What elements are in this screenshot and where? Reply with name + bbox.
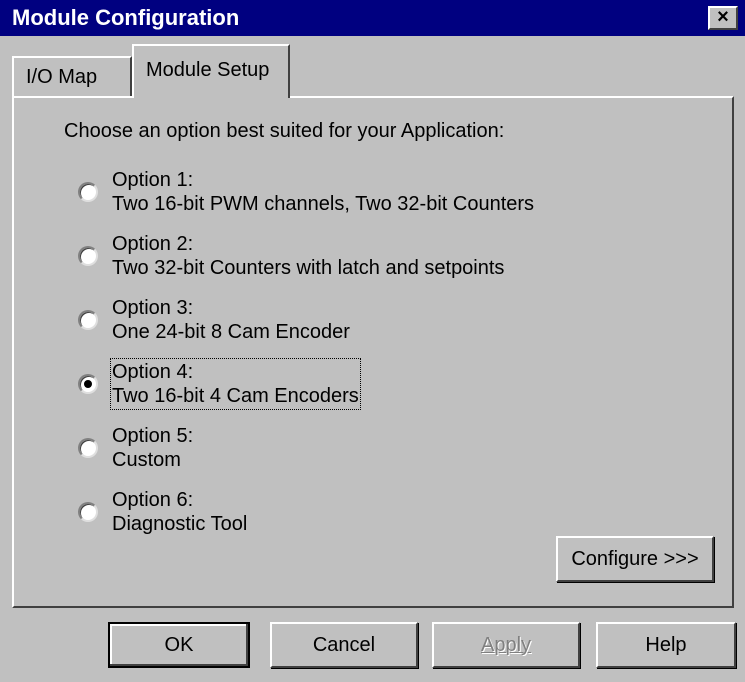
option-1[interactable]: Option 1: Two 16-bit PWM channels, Two 3… xyxy=(72,168,592,224)
option-4-radio[interactable] xyxy=(78,374,98,394)
option-6-radio[interactable] xyxy=(78,502,98,522)
option-1-title: Option 1: xyxy=(112,169,194,191)
option-1-description: Two 16-bit PWM channels, Two 32-bit Coun… xyxy=(112,193,535,215)
option-2[interactable]: Option 2: Two 32-bit Counters with latch… xyxy=(72,232,592,288)
option-5-radio[interactable] xyxy=(78,438,98,458)
option-5-text: Option 5: Custom xyxy=(112,424,193,472)
apply-button[interactable]: Apply xyxy=(432,622,580,668)
option-6-title: Option 6: xyxy=(112,489,194,511)
module-configuration-dialog: Module Configuration × I/O Map Module Se… xyxy=(0,0,745,682)
option-3-radio[interactable] xyxy=(78,310,98,330)
option-3-text: Option 3: One 24-bit 8 Cam Encoder xyxy=(112,296,350,344)
close-button[interactable]: × xyxy=(708,6,738,30)
option-6-text: Option 6: Diagnostic Tool xyxy=(112,488,247,536)
option-2-text: Option 2: Two 32-bit Counters with latch… xyxy=(112,232,504,280)
configure-button[interactable]: Configure >>> xyxy=(556,536,714,582)
option-6[interactable]: Option 6: Diagnostic Tool xyxy=(72,488,592,544)
option-4-title: Option 4: xyxy=(112,361,194,383)
window-title: Module Configuration xyxy=(12,5,240,30)
option-5[interactable]: Option 5: Custom xyxy=(72,424,592,480)
option-2-title: Option 2: xyxy=(112,233,194,255)
option-6-description: Diagnostic Tool xyxy=(112,513,248,535)
option-1-text: Option 1: Two 16-bit PWM channels, Two 3… xyxy=(112,168,534,216)
option-2-radio[interactable] xyxy=(78,246,98,266)
tab-module-setup[interactable]: Module Setup xyxy=(132,44,290,98)
title-bar: Module Configuration × xyxy=(0,0,745,36)
cancel-button[interactable]: Cancel xyxy=(270,622,418,668)
close-icon: × xyxy=(717,6,729,28)
option-5-description: Custom xyxy=(112,449,181,471)
option-3[interactable]: Option 3: One 24-bit 8 Cam Encoder xyxy=(72,296,592,352)
option-5-title: Option 5: xyxy=(112,425,194,447)
ok-button[interactable]: OK xyxy=(108,622,250,668)
option-4[interactable]: Option 4: Two 16-bit 4 Cam Encoders xyxy=(72,358,592,416)
tab-io-map-label: I/O Map xyxy=(26,66,98,88)
setup-prompt: Choose an option best suited for your Ap… xyxy=(64,120,505,142)
help-button[interactable]: Help xyxy=(596,622,736,668)
option-4-text: Option 4: Two 16-bit 4 Cam Encoders xyxy=(110,358,361,410)
option-2-description: Two 32-bit Counters with latch and setpo… xyxy=(112,257,505,279)
option-3-description: One 24-bit 8 Cam Encoder xyxy=(112,321,350,343)
tab-module-setup-label: Module Setup xyxy=(146,59,270,81)
option-1-radio[interactable] xyxy=(78,182,98,202)
option-4-description: Two 16-bit 4 Cam Encoders xyxy=(112,385,359,407)
option-3-title: Option 3: xyxy=(112,297,194,319)
tab-io-map[interactable]: I/O Map xyxy=(12,56,132,96)
